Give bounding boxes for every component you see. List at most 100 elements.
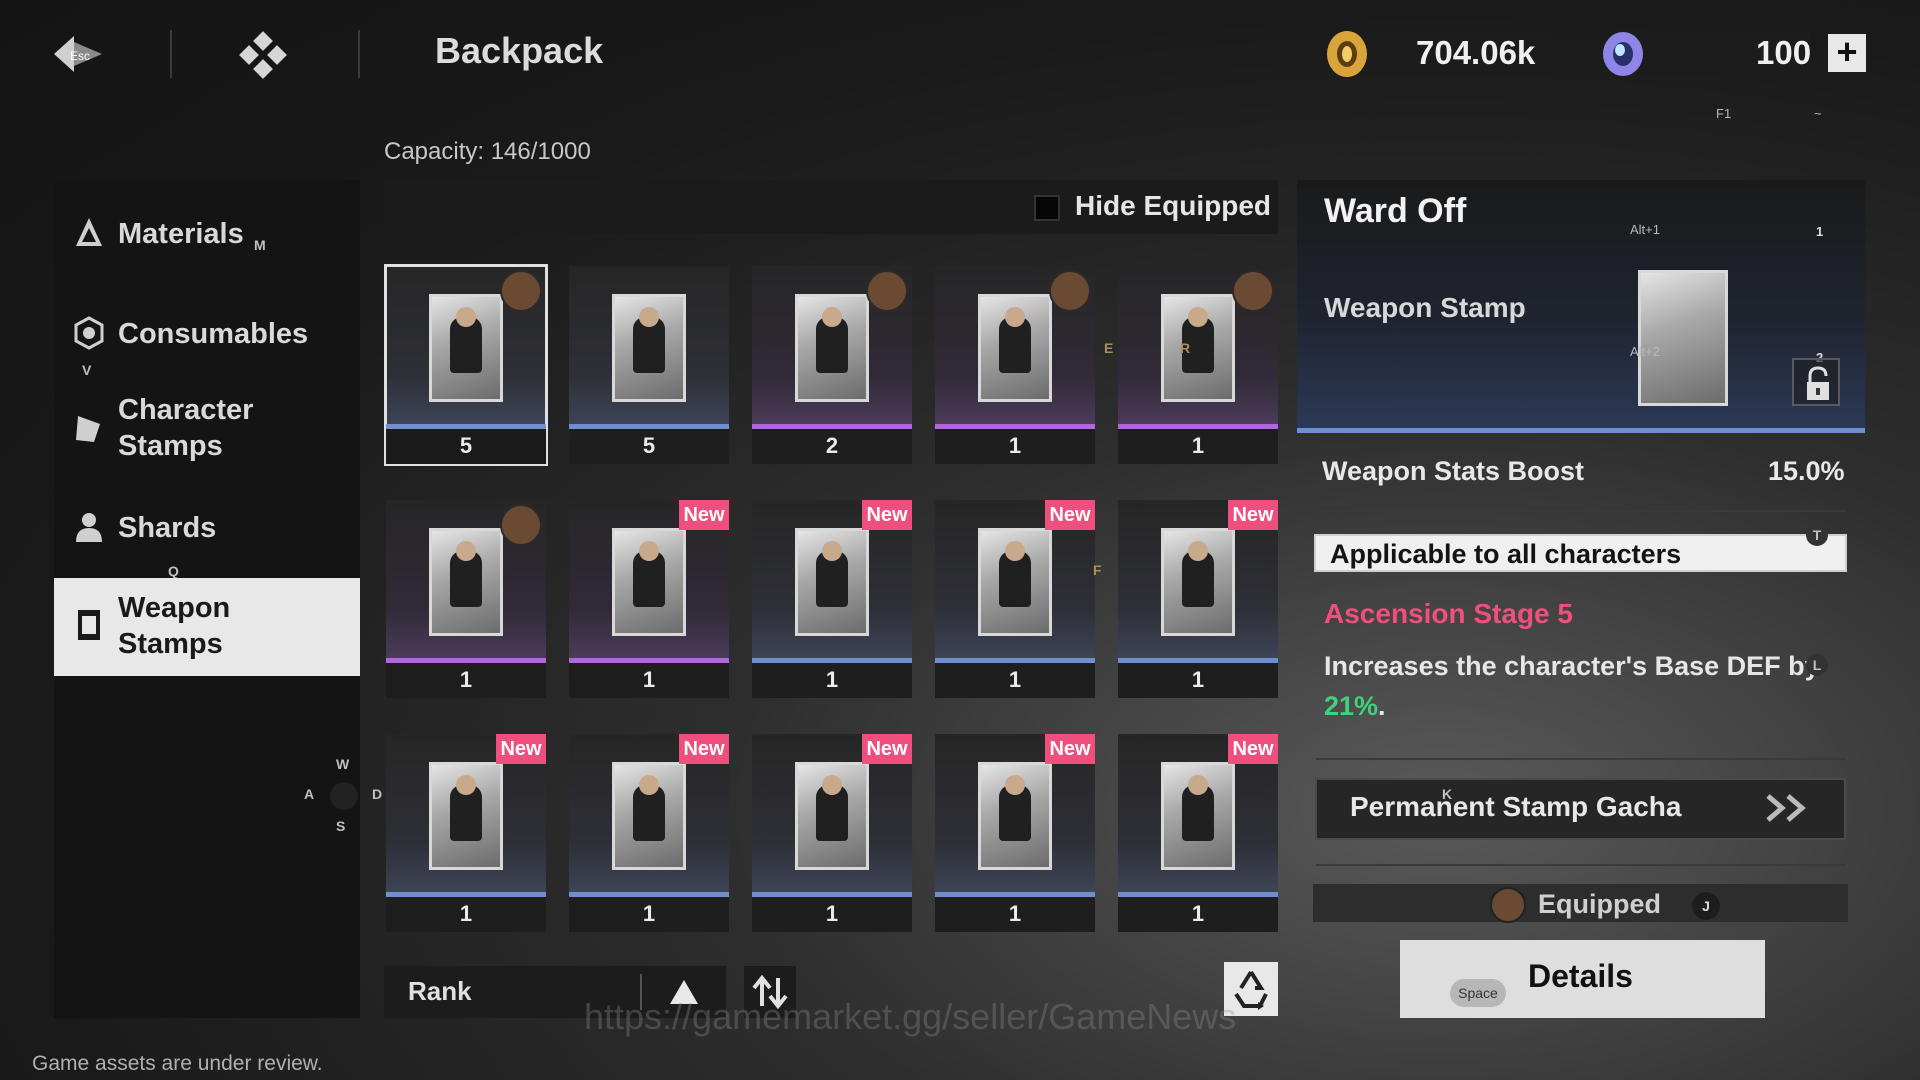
stamp-thumbnail (978, 294, 1052, 402)
sidebar-item-weapon-stamps[interactable]: Weapon Stamps (54, 578, 360, 676)
sidebar-item-label: Consumables (118, 318, 309, 350)
weapon-stamp-card[interactable]: 1 New (569, 734, 729, 932)
gem-orb-icon (1603, 32, 1643, 76)
stamp-thumbnail (795, 294, 869, 402)
stamp-quantity: 1 (1008, 901, 1022, 926)
ascension-text: Increases the character's Base DEF by (1324, 651, 1820, 681)
new-badge: New (496, 734, 546, 764)
sidebar-item-consumables[interactable]: Consumables (54, 308, 360, 358)
new-badge: New (862, 500, 912, 530)
header-divider (170, 30, 172, 78)
materials-icon (76, 218, 102, 246)
weapon-stamp-card[interactable]: 1 (1118, 266, 1278, 464)
svg-text:Esc: Esc (70, 49, 90, 63)
stamp-title: Ward Off (1324, 192, 1467, 230)
sidebar-item-label: Materials (118, 218, 244, 250)
new-badge: New (679, 500, 729, 530)
stamp-quantity: 1 (1191, 433, 1205, 458)
hide-equipped-checkbox[interactable] (1034, 195, 1060, 221)
stamp-quantity: 1 (1008, 667, 1022, 692)
equipped-avatar (1232, 270, 1274, 312)
consumables-key-hint: V (82, 362, 92, 378)
tilde-key-hint: ~ (1814, 106, 1822, 121)
rarity-bar (1297, 428, 1865, 433)
weapon-stamp-card[interactable]: 1 (386, 500, 546, 698)
stamp-thumbnail (429, 294, 503, 402)
stamp-quantity: 1 (1008, 433, 1022, 458)
stamp-quantity: 1 (642, 901, 656, 926)
stamp-thumbnail (1161, 294, 1235, 402)
ascension-title: Ascension Stage 5 (1324, 598, 1573, 629)
new-badge: New (1045, 734, 1095, 764)
weapon-stamp-card[interactable]: 1 New (935, 500, 1095, 698)
stamp-quantity: 1 (459, 901, 473, 926)
weapon-stamp-card[interactable]: 5 (384, 264, 548, 466)
weapon-stamp-card[interactable]: 1 New (386, 734, 546, 932)
stamp-thumbnail (429, 762, 503, 870)
stamp-quantity: 1 (825, 901, 839, 926)
sidebar-item-shards[interactable]: Shards (54, 504, 360, 554)
stamp-type: Weapon Stamp (1324, 292, 1526, 323)
review-footnote: Game assets are under review. (32, 1052, 323, 1075)
weapon-stamp-card[interactable]: 2 (752, 266, 912, 464)
space-key-hint: Space (1450, 979, 1506, 1007)
counter-one: 1 (1816, 224, 1824, 239)
stamp-quantity: 1 (1191, 901, 1205, 926)
back-button[interactable]: Esc (52, 32, 112, 76)
back-arrow-icon: Esc (54, 36, 102, 72)
new-badge: New (1045, 500, 1095, 530)
stamp-quantity: 1 (642, 667, 656, 692)
weapon-stamp-card[interactable]: 1 New (752, 500, 912, 698)
lock-button[interactable] (1792, 358, 1840, 406)
ascension-value: 21% (1324, 691, 1379, 721)
weapon-stamp-card[interactable]: 1 New (1118, 734, 1278, 932)
sidebar-item-materials[interactable]: Materials (54, 210, 360, 260)
category-sidebar: Materials M Consumables V Character Stam… (54, 180, 382, 1018)
stamp-thumbnail (978, 528, 1052, 636)
stamp-quantity: 1 (459, 667, 473, 692)
shards-key-hint: Q (168, 563, 179, 579)
stat-value: 15.0% (1768, 456, 1845, 486)
new-badge: New (862, 734, 912, 764)
equipped-avatar (1049, 270, 1091, 312)
sidebar-item-label: Shards (118, 512, 217, 544)
stamp-thumbnail (1161, 762, 1235, 870)
r-key-hint: R (1180, 340, 1191, 356)
equipped-label: Equipped (1538, 889, 1661, 919)
new-badge: New (679, 734, 729, 764)
stamp-thumbnail (429, 528, 503, 636)
ascension-divider (1316, 758, 1846, 760)
stamp-thumbnail (795, 528, 869, 636)
page-title: Backpack (435, 30, 604, 71)
gem-amount: 100 (1756, 34, 1812, 71)
sidebar-item-character-stamps[interactable]: Character Stamps (54, 390, 360, 470)
weapon-stamp-card[interactable]: 5 (569, 266, 729, 464)
hide-equipped-label[interactable]: Hide Equipped (1075, 190, 1271, 222)
ascension-end: . (1378, 691, 1386, 721)
weapon-stamp-card[interactable]: 1 New (1118, 500, 1278, 698)
weapon-stamp-card[interactable]: 1 New (752, 734, 912, 932)
details-label: Details (1528, 958, 1633, 994)
sort-label: Rank (408, 976, 472, 1006)
weapon-stamp-card[interactable]: 1 (935, 266, 1095, 464)
character-stamps-icon (76, 416, 100, 442)
top-bar: Esc Backpack 704.06k 100 + F1 ~ (0, 0, 1920, 121)
new-badge: New (1228, 734, 1278, 764)
stamp-quantity: 5 (459, 433, 473, 458)
weapon-stamps-icon (78, 610, 100, 640)
consumables-icon (74, 316, 104, 350)
menu-button[interactable] (238, 30, 288, 80)
add-currency-button[interactable]: + (1828, 34, 1866, 72)
gacha-label: Permanent Stamp Gacha (1350, 791, 1682, 822)
weapon-stamp-card[interactable]: 1 New (569, 500, 729, 698)
weapon-stamp-card[interactable]: 1 New (935, 734, 1095, 932)
double-chevron-icon (1766, 794, 1806, 822)
capacity-label: Capacity: 146/1000 (384, 138, 591, 165)
f-key-hint: F (1093, 562, 1102, 578)
stat-divider (1316, 510, 1846, 512)
gacha-divider (1316, 864, 1846, 866)
ascension-description: Increases the character's Base DEF by 21… (1324, 646, 1834, 726)
gold-amount: 704.06k (1416, 34, 1536, 71)
alt2-key-hint: Alt+2 (1630, 344, 1660, 359)
stat-label: Weapon Stats Boost (1322, 456, 1585, 486)
